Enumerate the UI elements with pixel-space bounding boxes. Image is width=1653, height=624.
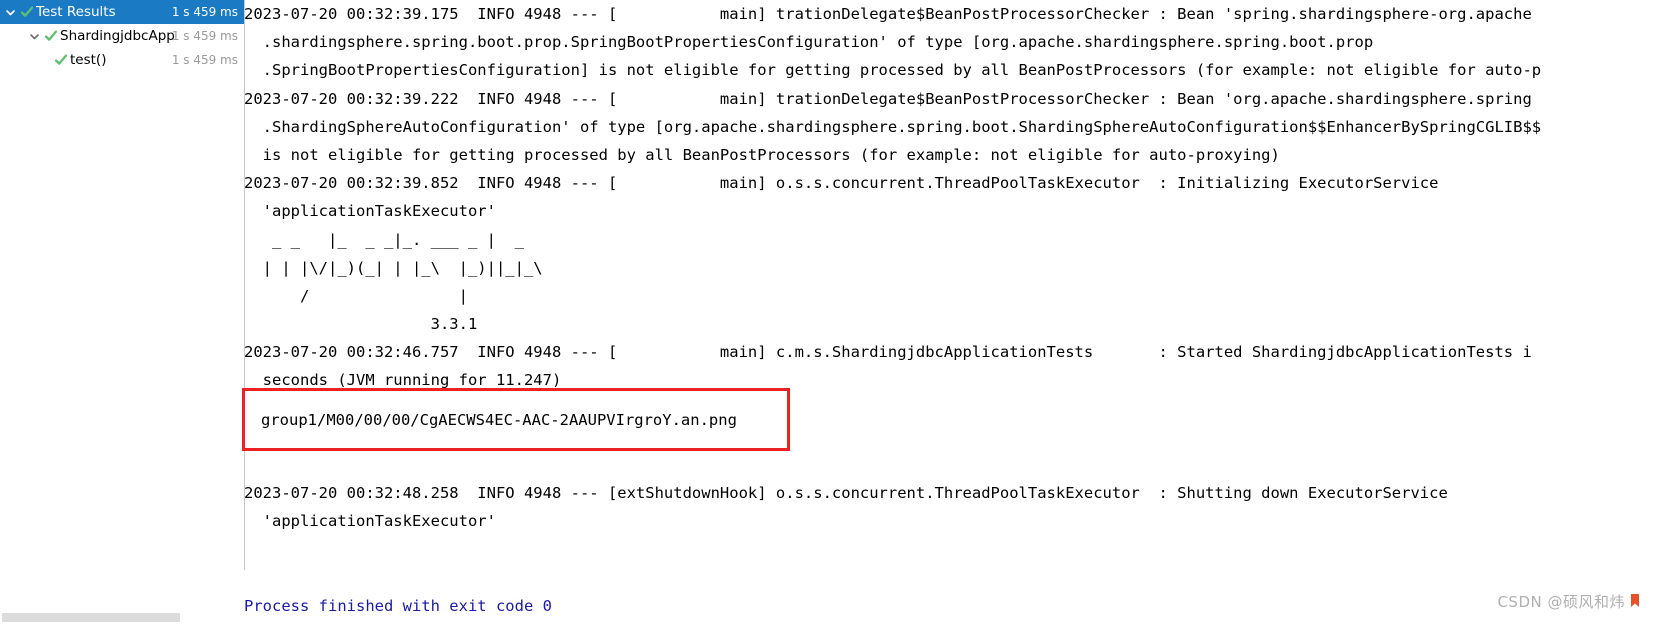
test-passed-icon	[18, 5, 36, 19]
tree-row-duration: 1 s 459 ms	[171, 29, 238, 43]
highlighted-upload-path: group1/M00/00/00/CgAECWS4EC-AAC-2AAUPVIr…	[261, 411, 737, 429]
tree-row-duration: 1 s 459 ms	[171, 5, 238, 19]
console-log-line: 2023-07-20 00:32:39.852 INFO 4948 --- [ …	[244, 174, 1439, 193]
console-log-line: _ _ |_ _ _|_. ___ _ | _	[244, 230, 524, 249]
chevron-down-icon[interactable]	[26, 31, 42, 42]
console-log-line	[244, 536, 1541, 564]
tree-row-test-method[interactable]: test() 1 s 459 ms	[0, 48, 244, 72]
test-passed-icon	[52, 53, 70, 67]
console-log-line: | | |\/|_)(_| | |_\ |_)||_|_\	[244, 258, 543, 277]
console-log-line: 2023-07-20 00:32:46.757 INFO 4948 --- [ …	[244, 343, 1532, 362]
console-log-line: 3.3.1	[244, 315, 478, 334]
console-log-lines: 2023-07-20 00:32:39.175 INFO 4948 --- [ …	[244, 0, 1541, 620]
console-log-line: .ShardingSphereAutoConfiguration' of typ…	[244, 117, 1542, 136]
tree-row-label: ShardingjdbcApp	[60, 28, 175, 44]
console-log-line: .shardingsphere.spring.boot.prop.SpringB…	[244, 33, 1374, 52]
console-output-panel[interactable]: 2023-07-20 00:32:39.175 INFO 4948 --- [ …	[244, 0, 1653, 624]
process-exit-line: Process finished with exit code 0	[244, 596, 552, 615]
console-log-line: 'applicationTaskExecutor'	[244, 202, 496, 221]
console-log-line: .SpringBootPropertiesConfiguration] is n…	[244, 61, 1542, 80]
console-log-line: 'applicationTaskExecutor'	[244, 512, 496, 531]
console-log-line	[244, 451, 1541, 479]
console-log-line: 2023-07-20 00:32:48.258 INFO 4948 --- [e…	[244, 484, 1448, 503]
tree-horizontal-scrollbar[interactable]	[0, 610, 244, 624]
watermark-text: CSDN @硕风和炜	[1497, 593, 1625, 611]
console-log-line: 2023-07-20 00:32:39.175 INFO 4948 --- [ …	[244, 5, 1532, 23]
tree-row-test-results[interactable]: Test Results 1 s 459 ms	[0, 0, 244, 24]
tree-row-shardingjdbc-application-tests[interactable]: ShardingjdbcApp 1 s 459 ms	[0, 24, 244, 48]
console-log-line: seconds (JVM running for 11.247)	[244, 371, 562, 390]
console-log-line: / |	[244, 286, 468, 305]
tree-row-label: test()	[70, 52, 107, 68]
tree-row-label: Test Results	[36, 4, 116, 20]
tree-row-duration: 1 s 459 ms	[171, 53, 238, 67]
chevron-down-icon[interactable]	[2, 7, 18, 18]
console-log-line: is not eligible for getting processed by…	[244, 145, 1280, 164]
console-log-line: 2023-07-20 00:32:39.222 INFO 4948 --- [ …	[244, 89, 1532, 108]
csdn-logo-icon	[1629, 593, 1641, 611]
test-results-tree-panel[interactable]: Test Results 1 s 459 ms ShardingjdbcApp …	[0, 0, 244, 624]
console-log-line	[244, 564, 1541, 592]
test-passed-icon	[42, 29, 60, 43]
tree-scrollbar-thumb[interactable]	[2, 613, 180, 622]
csdn-watermark: CSDN @硕风和炜	[1497, 591, 1641, 612]
